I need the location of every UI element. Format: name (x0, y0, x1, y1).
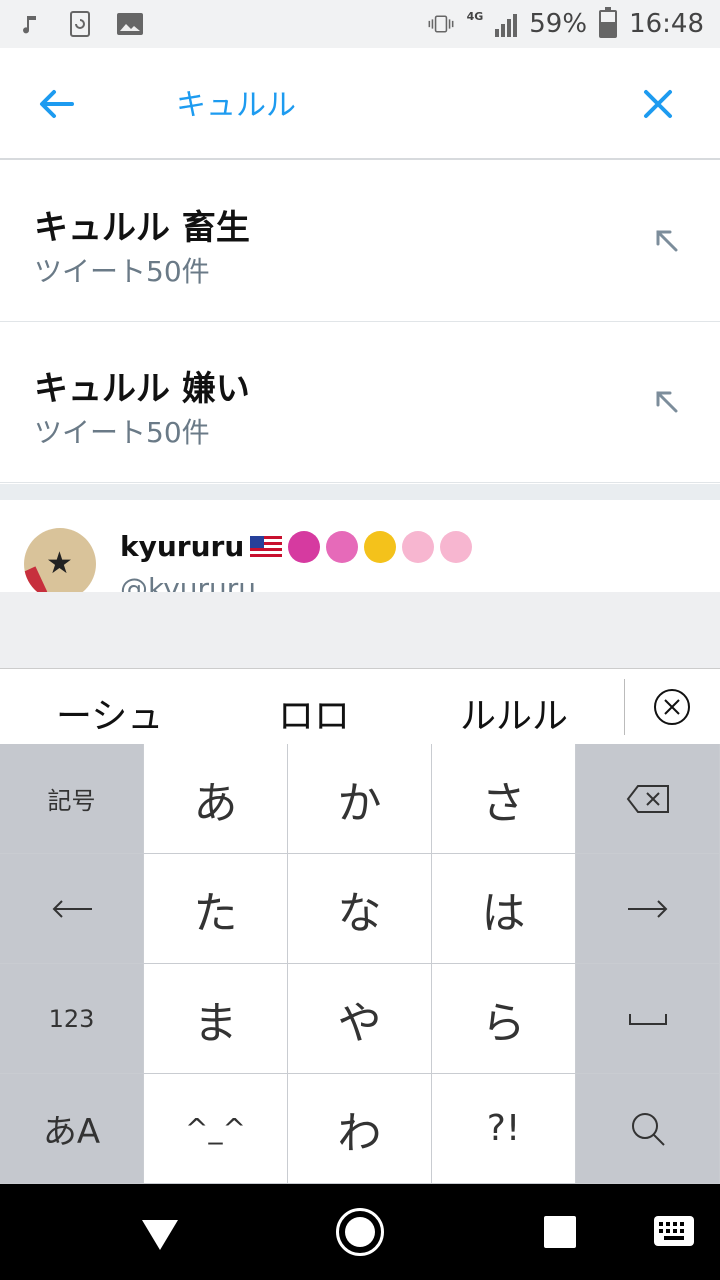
suggestion-item[interactable]: キュルル 畜生 ツイート50件 (0, 162, 720, 322)
key-punctuation[interactable]: ?! (432, 1074, 576, 1184)
nav-home-icon[interactable] (336, 1208, 384, 1256)
user-display-name: kyururu (120, 530, 473, 563)
alien-monster-icon (288, 530, 321, 563)
arrow-up-left-icon[interactable] (652, 226, 682, 256)
key-numbers[interactable]: 123 (0, 964, 144, 1074)
user-result[interactable]: ★ kyururu @kyururu (0, 500, 720, 592)
status-left (16, 10, 144, 38)
avatar: ★ (24, 528, 96, 592)
music-icon (16, 10, 44, 38)
section-divider (0, 484, 720, 500)
key-ha[interactable]: は (432, 854, 576, 964)
keyboard: 記号 あ か さ た な は 123 ま や ら あA ^_^ わ ?! (0, 744, 720, 1184)
key-ma[interactable]: ま (144, 964, 288, 1074)
key-symbols[interactable]: 記号 (0, 744, 144, 854)
vibrate-icon (427, 10, 455, 38)
key-ra[interactable]: ら (432, 964, 576, 1074)
signal-icon (495, 11, 518, 37)
suggestion-count: ツイート50件 (34, 416, 210, 449)
candidate-divider (624, 679, 625, 735)
clock: 16:48 (629, 9, 704, 39)
suggestion-count: ツイート50件 (34, 255, 210, 288)
us-flag-icon (250, 535, 283, 558)
candidate-word[interactable]: ロロ (278, 687, 350, 739)
arrow-left-icon[interactable] (36, 84, 76, 124)
keyboard-icon[interactable] (654, 1216, 694, 1246)
battery-icon (599, 7, 618, 38)
status-right: 4G 59% 16:48 (427, 7, 704, 39)
candidate-word[interactable]: ーシュ (56, 687, 163, 739)
rotate-phone-icon (66, 10, 94, 38)
battery-percent: 59% (529, 9, 588, 39)
avatar-detail (24, 566, 48, 592)
status-bar: 4G 59% 16:48 (0, 0, 720, 48)
suggestion-title: キュルル 嫌い (34, 369, 250, 409)
space-icon[interactable] (576, 964, 720, 1074)
cursor-right-icon[interactable] (576, 854, 720, 964)
arrow-up-left-icon[interactable] (652, 387, 682, 417)
backspace-icon[interactable] (576, 744, 720, 854)
results-background (0, 592, 720, 668)
key-ka[interactable]: か (288, 744, 432, 854)
input-mode-label: あA (42, 1112, 101, 1152)
user-handle: @kyururu (120, 572, 257, 592)
key-na[interactable]: な (288, 854, 432, 964)
key-emoticon[interactable]: ^_^ (144, 1074, 288, 1184)
key-wa[interactable]: わ (288, 1074, 432, 1184)
suggestion-title: キュルル 畜生 (34, 208, 250, 248)
suggestion-item[interactable]: キュルル 嫌い ツイート50件 (0, 323, 720, 483)
navigation-bar (0, 1184, 720, 1280)
cherry-blossom-icon (440, 530, 473, 563)
nav-back-icon[interactable] (140, 1214, 180, 1254)
image-icon (116, 10, 144, 38)
nav-recents-icon[interactable] (544, 1216, 576, 1248)
key-ya[interactable]: や (288, 964, 432, 1074)
key-sa[interactable]: さ (432, 744, 576, 854)
key-ta[interactable]: た (144, 854, 288, 964)
cursor-left-icon[interactable] (0, 854, 144, 964)
key-a[interactable]: あ (144, 744, 288, 854)
search-icon[interactable] (576, 1074, 720, 1184)
close-circle-icon[interactable] (652, 687, 692, 727)
search-header: キュルル (0, 48, 720, 160)
candidate-word[interactable]: ルルル (460, 687, 568, 739)
close-icon[interactable] (638, 84, 678, 124)
search-input[interactable]: キュルル (176, 80, 296, 124)
key-input-mode[interactable]: あA (0, 1074, 144, 1184)
star-icon: ★ (46, 546, 73, 581)
octopus-icon (326, 530, 359, 563)
thumbs-up-icon (364, 530, 397, 563)
network-type: 4G (466, 9, 484, 23)
candidate-bar: ーシュ ロロ ルルル (0, 668, 720, 744)
user-name-text: kyururu (120, 530, 245, 563)
cherry-blossom-icon (402, 530, 435, 563)
